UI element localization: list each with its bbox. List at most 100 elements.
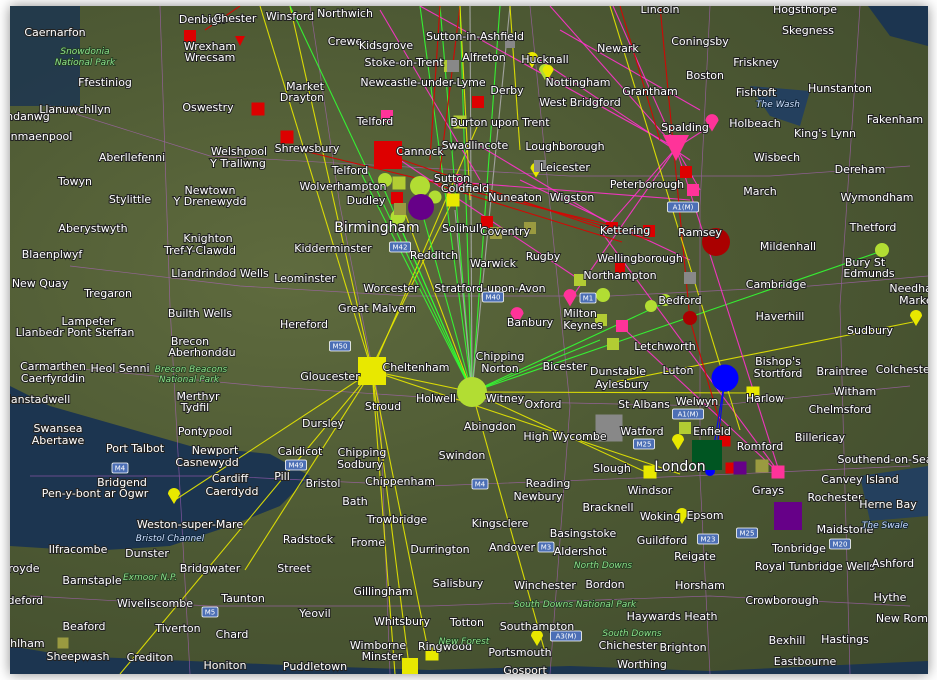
place-label: Llanstadwell [10,393,70,406]
place-label: Nuneaton [488,191,542,204]
square-marker[interactable] [771,465,785,479]
square-marker[interactable] [755,459,769,473]
square-marker[interactable] [679,422,691,434]
place-label: Ffestiniog [78,76,132,89]
place-label: Caerdydd [206,485,259,498]
place-label: Dereham [835,163,886,176]
place-label: Newark [597,42,639,55]
square-marker[interactable] [251,102,265,116]
svg-text:M25: M25 [637,441,652,449]
place-label: Chighlham [10,637,45,650]
square-marker[interactable] [446,193,460,207]
square-marker[interactable] [607,338,619,350]
place-label: Derby [490,84,524,97]
place-label: Hereford [280,318,328,331]
place-label: March [743,185,777,198]
map-canvas[interactable]: Denbigh Chester Winsford Northwich Caernarfo… [10,6,928,674]
place-label: Cheltenham [383,361,450,374]
place-label: Watford [620,425,663,438]
place-label: Tonbridge [771,542,826,555]
place-label: Sheepwash [47,650,110,663]
place-label: Coningsby [671,35,729,48]
place-label: Swadlincote [442,139,509,152]
place-label: Burton upon Trent [450,116,550,129]
place-label: Penmaenpool [10,130,72,143]
pin-marker[interactable] [910,310,922,326]
square-marker[interactable] [774,502,802,530]
circle-marker[interactable] [875,243,889,257]
square-marker[interactable] [392,176,406,190]
place-label: Southend-on-Sea [837,453,928,466]
place-label: Chippenham [365,475,435,488]
place-label: Windsor [628,484,673,497]
road-shield: A3(M) [550,630,582,642]
place-label: Aberhonddu [168,346,235,359]
place-label: Llanuwchllyn [39,103,111,116]
circle-marker[interactable] [457,377,487,407]
place-label: Kingsclere [472,517,529,530]
place-label: Hogsthorpe [773,6,837,16]
place-label: Chelmsford [809,403,872,416]
place-label: Wigston [550,191,594,204]
pin-marker[interactable] [672,434,684,450]
place-label: Kidsgrove [359,39,413,52]
svg-text:M50: M50 [333,343,348,351]
place-label: Towyn [57,175,92,188]
triangle-marker[interactable] [235,36,245,46]
circle-marker[interactable] [711,364,739,392]
place-label: Andover [489,541,535,554]
svg-text:M1: M1 [583,295,594,303]
road-shield: M25 [633,438,655,450]
circle-marker[interactable] [683,311,697,325]
pin-marker[interactable] [563,289,577,307]
circle-marker[interactable] [408,194,434,220]
place-label: Woking [640,510,680,523]
place-label: New Romney [876,612,928,625]
road-shield: A1(M) [672,408,704,420]
place-label: Ilfracombe [49,543,108,556]
place-label: Warwick [470,257,517,270]
road-shield: M42 [389,241,411,253]
svg-text:M40: M40 [486,294,501,302]
place-label: Hunstanton [808,82,872,95]
place-label: Wrecsam [185,51,236,64]
square-marker[interactable] [680,166,692,178]
place-label: Cannock [396,145,444,158]
square-marker[interactable] [402,658,418,674]
place-label: Sudbury [847,324,893,337]
place-label: Aberystwyth [58,222,127,235]
square-marker[interactable] [394,203,406,215]
place-label: Ashford [872,557,914,570]
map-svg[interactable]: DenbighChester Winsford NorthwichCaernarfo… [10,6,928,674]
place-label: Boston [686,69,724,82]
place-label: Welwyn [676,395,719,408]
place-label: Abertawe [32,434,85,447]
circle-marker[interactable] [596,288,610,302]
route-line [519,179,691,261]
place-label: Reigate [674,550,716,563]
place-label: New Quay [12,277,69,290]
place-label: Gosport [503,664,547,674]
place-label: Royal Tunbridge Wells [755,560,876,573]
place-label: Newbury [514,490,563,503]
place-label: Leicester [540,161,590,174]
circle-marker[interactable] [645,300,657,312]
square-marker[interactable] [447,60,459,72]
svg-text:M3: M3 [541,544,552,552]
square-marker[interactable] [733,461,747,475]
square-marker[interactable] [684,272,696,284]
square-marker[interactable] [57,637,69,649]
place-label: Friskney [733,56,779,69]
square-marker[interactable] [616,320,628,332]
square-marker[interactable] [472,96,484,108]
circle-marker[interactable] [410,176,430,196]
place-label: Bracknell [582,501,633,514]
place-label: Birmingham [334,220,419,236]
place-label: Bath [342,495,368,508]
park-label: National Park [55,58,116,68]
square-marker[interactable] [391,192,403,204]
place-label: Worcester [363,282,419,295]
place-label: Caernarfon [24,26,85,39]
place-label: Llanbedr Pont Steffan [16,326,135,339]
square-marker[interactable] [687,184,699,196]
